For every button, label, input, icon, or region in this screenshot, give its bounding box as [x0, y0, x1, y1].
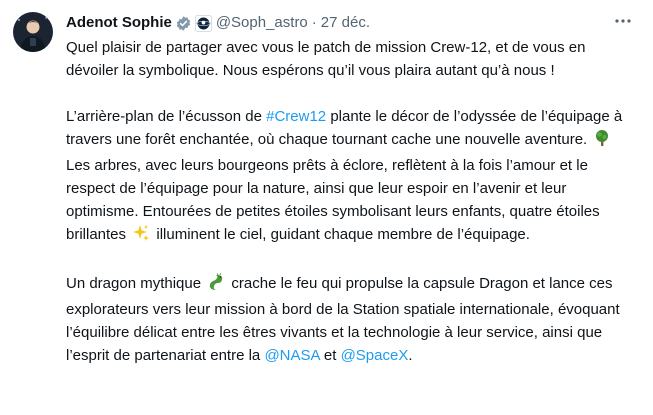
mention-link[interactable]: @SpaceX [341, 347, 409, 364]
mention-link[interactable]: @NASA [264, 347, 319, 364]
more-options-button[interactable] [613, 13, 633, 33]
hashtag-link[interactable]: #Crew12 [266, 108, 326, 125]
paragraph-text: Quel plaisir de partager avec vous le pa… [66, 39, 586, 79]
paragraph-text: L’arrière-plan de l’écusson de [66, 108, 267, 125]
display-name[interactable]: Adenot Sophie [66, 13, 172, 33]
tweet-text: Quel plaisir de partager avec vous le pa… [66, 36, 641, 390]
sparkles-emoji-icon [132, 224, 150, 249]
header-separator: · [311, 14, 317, 31]
avatar[interactable] [13, 12, 53, 52]
verified-badge-icon[interactable] [175, 15, 192, 32]
tree-emoji-icon [593, 129, 611, 154]
tweet-paragraph: L’arrière-plan de l’écusson de #Crew12 p… [66, 105, 641, 249]
tweet-paragraph: Un dragon mythique crache le feu qui pro… [66, 272, 641, 367]
dragon-emoji-icon [207, 273, 225, 298]
tweet: Adenot Sophie @Soph_astro · 27 déc. Quel… [0, 0, 653, 415]
paragraph-text: Un dragon mythique [66, 275, 202, 292]
tweet-paragraph: Quel plaisir de partager avec vous le pa… [66, 36, 641, 82]
handle[interactable]: @Soph_astro [216, 13, 308, 33]
paragraph-text: . [408, 347, 413, 364]
tweet-date[interactable]: 27 déc. [321, 13, 370, 33]
paragraph-text: illuminent le ciel, guidant chaque membr… [152, 226, 530, 243]
tweet-header: Adenot Sophie @Soph_astro · 27 déc. [66, 12, 633, 34]
more-horizontal-icon [614, 12, 632, 35]
paragraph-text: et [319, 347, 341, 364]
affiliation-badge-icon[interactable] [194, 14, 212, 32]
